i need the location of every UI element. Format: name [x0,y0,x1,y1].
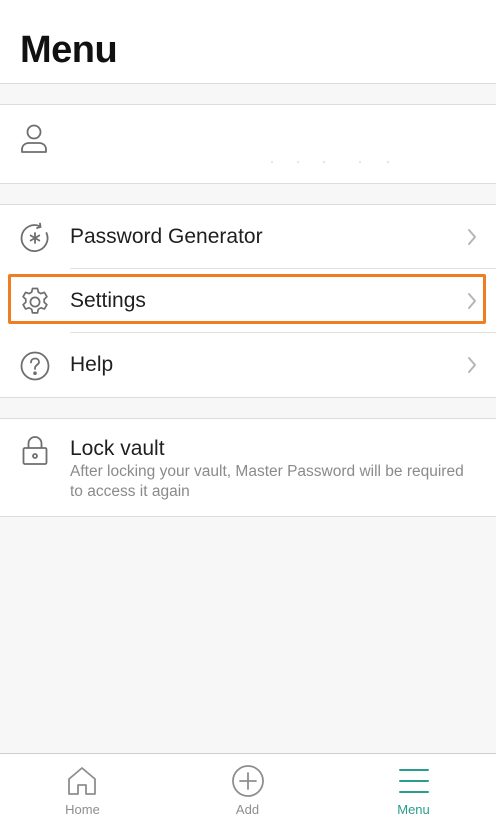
nav-section: Password Generator Settings Help [0,204,496,398]
user-icon [21,124,47,153]
password-generator-row[interactable]: Password Generator [0,205,496,269]
tab-menu[interactable]: Menu [331,754,496,818]
lock-vault-description: After locking your vault, Master Passwor… [70,463,464,500]
tab-home[interactable]: Home [0,754,165,818]
tab-menu-label: Menu [397,802,430,817]
home-icon [68,767,96,795]
help-label: Help [70,353,114,376]
add-icon [232,765,264,797]
password-generator-label: Password Generator [70,225,263,248]
help-icon [20,351,50,381]
settings-row[interactable]: Settings [0,269,496,333]
menu-icon [399,769,429,793]
tab-bar: Home Add Menu [0,753,496,818]
loading-dots [270,160,390,164]
tab-home-label: Home [65,802,100,817]
tab-add-label: Add [235,802,260,817]
account-section[interactable] [0,104,496,184]
page-title: Menu [20,29,118,71]
help-row[interactable]: Help [0,333,496,397]
chevron-right-icon [468,357,476,373]
lock-vault-row[interactable]: Lock vault After locking your vault, Mas… [0,418,496,517]
tab-add[interactable]: Add [165,754,330,818]
password-generator-icon [20,222,49,252]
lock-icon [22,436,48,465]
chevron-right-icon [468,229,476,245]
gear-icon [22,287,48,314]
settings-label: Settings [70,289,146,312]
chevron-right-icon [468,293,476,309]
menu-screen: Menu Password Generator Settings Help Lo… [0,0,496,818]
lock-vault-title: Lock vault [70,437,165,460]
header: Menu [0,0,496,84]
